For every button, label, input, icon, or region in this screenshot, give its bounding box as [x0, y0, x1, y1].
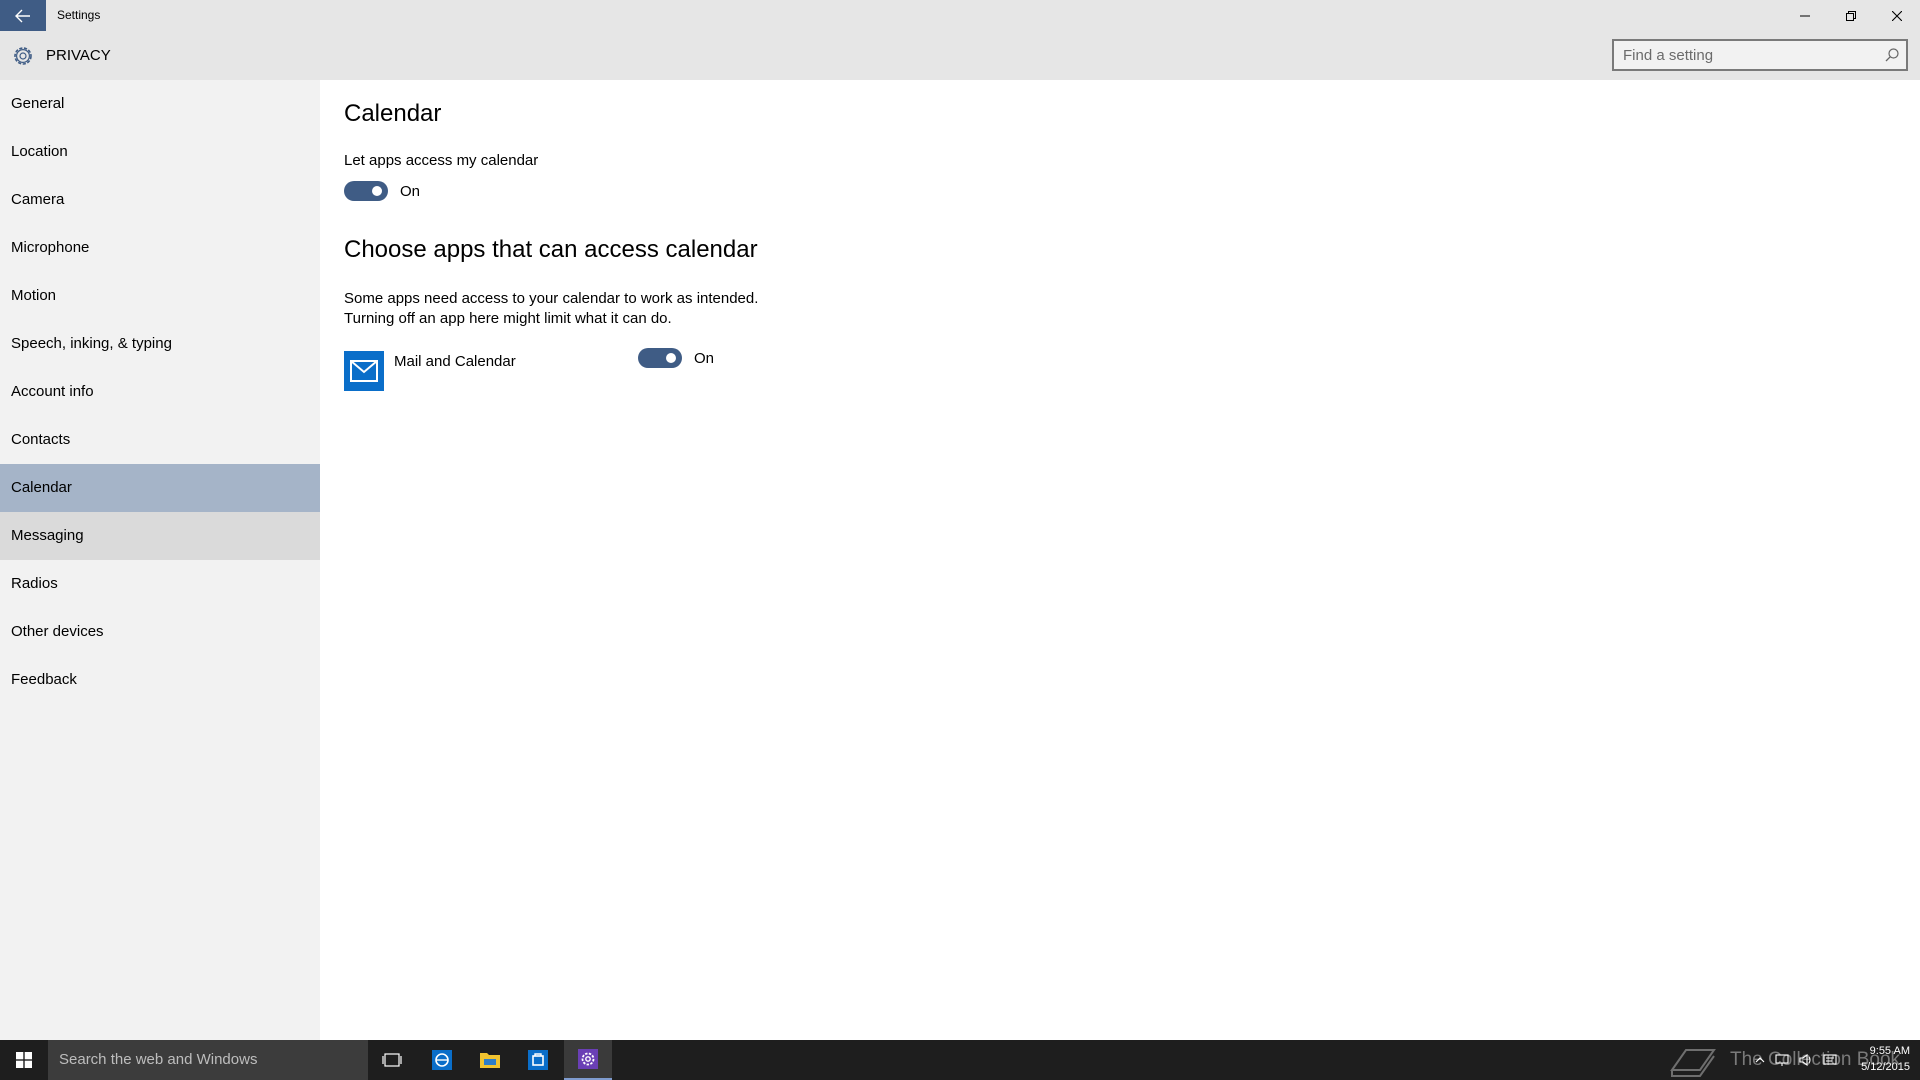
sidebar-item-messaging[interactable]: Messaging: [0, 512, 320, 560]
sidebar-item-general[interactable]: General: [0, 80, 320, 128]
calendar-access-toggle-label: On: [400, 183, 421, 200]
file-explorer-icon: [480, 1053, 500, 1068]
app-header: PRIVACY: [0, 31, 1920, 80]
sidebar-item-feedback[interactable]: Feedback: [0, 656, 320, 704]
gear-icon: [14, 47, 32, 65]
main-content: Calendar Let apps access my calendar On …: [320, 80, 1920, 1040]
window-title: Settings: [57, 8, 101, 22]
window-controls: [1782, 0, 1920, 31]
start-button[interactable]: [0, 1040, 48, 1080]
chevron-up-icon[interactable]: [1752, 1052, 1768, 1068]
close-button[interactable]: [1874, 0, 1920, 31]
description: Some apps need access to your calendar t…: [344, 289, 758, 329]
taskbar: Search the web and Windows The Collectio…: [0, 1040, 1920, 1080]
network-icon[interactable]: [1774, 1052, 1790, 1068]
edge-button[interactable]: [418, 1040, 466, 1080]
store-icon: [528, 1050, 548, 1070]
choose-apps-title: Choose apps that can access calendar: [344, 236, 758, 263]
sidebar-item-other-devices[interactable]: Other devices: [0, 608, 320, 656]
windows-logo-icon: [16, 1052, 32, 1068]
search-box[interactable]: [1612, 39, 1908, 71]
settings-icon: [578, 1049, 598, 1069]
volume-icon[interactable]: [1798, 1052, 1814, 1068]
minimize-button[interactable]: [1782, 0, 1828, 31]
back-arrow-icon: [15, 9, 30, 22]
calendar-access-toggle[interactable]: [344, 181, 388, 201]
taskbar-search[interactable]: Search the web and Windows: [48, 1040, 368, 1080]
settings-taskbar-button[interactable]: [564, 1040, 612, 1080]
restore-icon: [1846, 10, 1856, 21]
minimize-icon: [1800, 15, 1810, 16]
description-line-2: Turning off an app here might limit what…: [344, 310, 672, 327]
sidebar-item-calendar[interactable]: Calendar: [0, 464, 320, 512]
toggle-knob: [372, 186, 382, 196]
sidebar-item-radios[interactable]: Radios: [0, 560, 320, 608]
sidebar-item-motion[interactable]: Motion: [0, 272, 320, 320]
sidebar-item-location[interactable]: Location: [0, 128, 320, 176]
page-title: PRIVACY: [46, 47, 111, 64]
toggle-knob: [666, 353, 676, 363]
search-icon[interactable]: [1884, 47, 1900, 63]
restore-button[interactable]: [1828, 0, 1874, 31]
notifications-icon[interactable]: [1822, 1052, 1838, 1068]
search-input[interactable]: [1614, 41, 1874, 69]
back-button[interactable]: [0, 0, 46, 31]
taskbar-clock[interactable]: 9:55 AM 5/12/2015: [1850, 1043, 1910, 1075]
sidebar-item-speech[interactable]: Speech, inking, & typing: [0, 320, 320, 368]
clock-time: 9:55 AM: [1869, 1045, 1910, 1057]
title-bar: Settings: [0, 0, 1920, 31]
mail-icon: [350, 360, 378, 382]
outlook-button[interactable]: [514, 1040, 562, 1080]
mail-and-calendar-toggle[interactable]: [638, 348, 682, 368]
sidebar-item-microphone[interactable]: Microphone: [0, 224, 320, 272]
edge-icon: [432, 1050, 452, 1070]
sidebar-item-account-info[interactable]: Account info: [0, 368, 320, 416]
access-setting-label: Let apps access my calendar: [344, 152, 539, 169]
clock-date: 5/12/2015: [1861, 1061, 1910, 1073]
sidebar-item-camera[interactable]: Camera: [0, 176, 320, 224]
close-icon: [1892, 10, 1902, 21]
section-title: Calendar: [344, 100, 442, 127]
description-line-1: Some apps need access to your calendar t…: [344, 290, 759, 307]
book-watermark-icon: [1670, 1049, 1716, 1077]
mail-and-calendar-app-icon: [344, 351, 384, 391]
task-view-button[interactable]: [368, 1040, 416, 1080]
app-name: Mail and Calendar: [394, 353, 516, 370]
sidebar: General Location Camera Microphone Motio…: [0, 80, 320, 1040]
mail-and-calendar-toggle-label: On: [694, 350, 715, 367]
task-view-icon: [382, 1053, 402, 1067]
file-explorer-button[interactable]: [466, 1040, 514, 1080]
sidebar-item-contacts[interactable]: Contacts: [0, 416, 320, 464]
